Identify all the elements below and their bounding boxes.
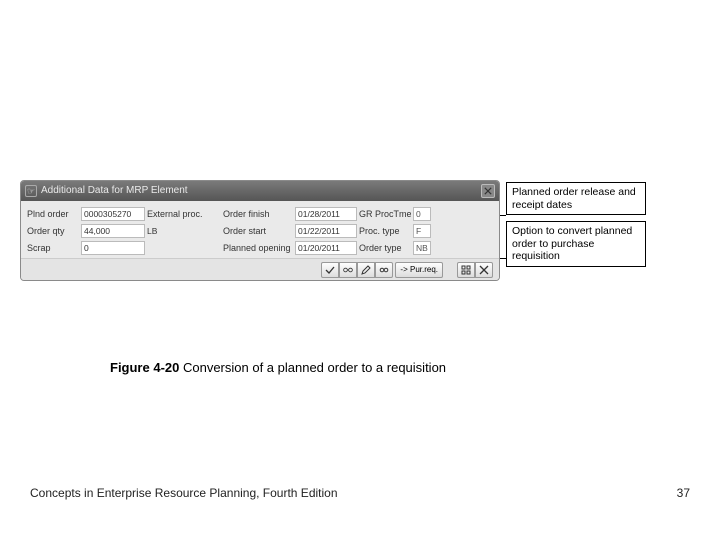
- plnd-order-field[interactable]: 0000305270: [81, 207, 145, 221]
- toolbar-group-1: [321, 262, 393, 278]
- glasses-button[interactable]: [339, 262, 357, 278]
- proc-type-label: Proc. type: [359, 226, 411, 236]
- panel-titlebar: ☞ Additional Data for MRP Element: [21, 181, 499, 201]
- edit-button[interactable]: [357, 262, 375, 278]
- planned-opening-field[interactable]: 01/20/2011: [295, 241, 357, 255]
- grid-button[interactable]: [457, 262, 475, 278]
- order-qty-unit: LB: [147, 226, 205, 236]
- figure-number: Figure 4-20: [110, 360, 179, 375]
- close-button[interactable]: [481, 184, 495, 198]
- panel-body: Plnd order 0000305270 External proc. Ord…: [21, 201, 499, 258]
- plnd-order-type: External proc.: [147, 209, 205, 219]
- link-button[interactable]: [375, 262, 393, 278]
- order-start-label: Order start: [223, 226, 293, 236]
- figure-text: Conversion of a planned order to a requi…: [179, 360, 446, 375]
- order-finish-label: Order finish: [223, 209, 293, 219]
- order-type-label: Order type: [359, 243, 411, 253]
- logout-icon: ☞: [25, 185, 37, 197]
- row-plnd-order: Plnd order 0000305270 External proc. Ord…: [27, 205, 493, 222]
- convert-label: -> Pur.req.: [400, 265, 438, 274]
- callout-dates: Planned order release and receipt dates: [506, 182, 646, 215]
- grid-icon: [461, 265, 471, 275]
- panel-toolbar: -> Pur.req.: [21, 258, 499, 280]
- scrap-field[interactable]: 0: [81, 241, 145, 255]
- footer-page-number: 37: [677, 486, 690, 500]
- proc-type-field[interactable]: F: [413, 224, 431, 238]
- footer-book-title: Concepts in Enterprise Resource Planning…: [30, 486, 338, 500]
- close-icon: [484, 187, 492, 195]
- gr-proc-time-field[interactable]: 0: [413, 207, 431, 221]
- gr-proc-time-label: GR ProcTme: [359, 209, 411, 219]
- accept-button[interactable]: [321, 262, 339, 278]
- x-icon: [479, 265, 489, 275]
- convert-to-purreq-button[interactable]: -> Pur.req.: [395, 262, 443, 278]
- pencil-icon: [361, 265, 371, 275]
- row-scrap: Scrap 0 Planned opening 01/20/2011 Order…: [27, 239, 493, 256]
- scrap-label: Scrap: [27, 243, 79, 253]
- order-qty-label: Order qty: [27, 226, 79, 236]
- panel-title: Additional Data for MRP Element: [41, 186, 477, 196]
- row-order-qty: Order qty 44,000 LB Order start 01/22/20…: [27, 222, 493, 239]
- plnd-order-label: Plnd order: [27, 209, 79, 219]
- figure-caption: Figure 4-20 Conversion of a planned orde…: [110, 360, 446, 375]
- cancel-button[interactable]: [475, 262, 493, 278]
- mrp-panel-container: ☞ Additional Data for MRP Element Plnd o…: [20, 180, 500, 281]
- link-icon: [379, 265, 389, 275]
- planned-opening-label: Planned opening: [223, 243, 293, 253]
- callouts-column: Planned order release and receipt dates …: [506, 182, 646, 273]
- check-icon: [325, 265, 335, 275]
- toolbar-group-2: [457, 262, 493, 278]
- glasses-icon: [343, 265, 353, 275]
- page-footer: Concepts in Enterprise Resource Planning…: [30, 486, 690, 500]
- order-start-field[interactable]: 01/22/2011: [295, 224, 357, 238]
- order-type-field[interactable]: NB: [413, 241, 431, 255]
- order-finish-field[interactable]: 01/28/2011: [295, 207, 357, 221]
- mrp-panel: ☞ Additional Data for MRP Element Plnd o…: [20, 180, 500, 281]
- order-qty-field[interactable]: 44,000: [81, 224, 145, 238]
- callout-convert: Option to convert planned order to purch…: [506, 221, 646, 267]
